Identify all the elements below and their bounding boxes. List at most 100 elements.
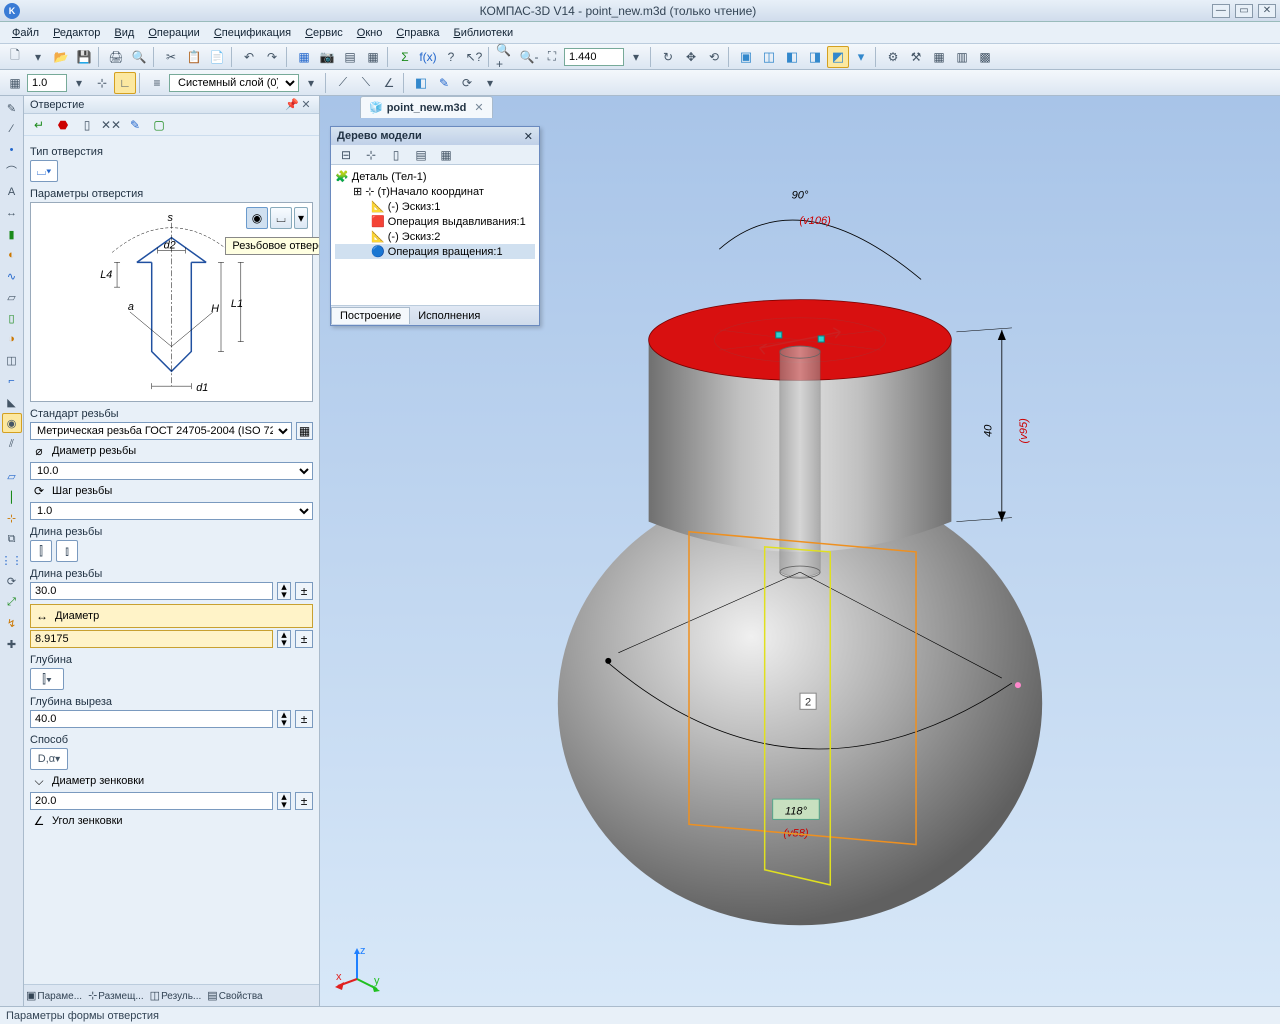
hole-type-button[interactable]: ⌴▾ bbox=[30, 160, 58, 182]
hidden-button[interactable]: ◫ bbox=[758, 46, 780, 68]
fx-button[interactable]: f(x) bbox=[417, 46, 439, 68]
step-dropdown[interactable]: ▾ bbox=[68, 72, 90, 94]
shell-icon[interactable]: ◫ bbox=[2, 350, 22, 370]
cut-depth-input[interactable]: 40.0 bbox=[30, 710, 273, 728]
simple-hole-button[interactable]: ⌴ bbox=[270, 207, 292, 229]
wireframe-button[interactable]: ▣ bbox=[735, 46, 757, 68]
cut-depth-plus[interactable]: ± bbox=[295, 710, 313, 728]
tab-placement[interactable]: ⊹Размещ... bbox=[88, 989, 144, 1002]
repair-icon[interactable]: ✚ bbox=[2, 634, 22, 654]
new-dropdown[interactable]: ▾ bbox=[27, 46, 49, 68]
convert-icon[interactable]: ↯ bbox=[2, 613, 22, 633]
perspective-button[interactable]: ▾ bbox=[850, 46, 872, 68]
undo-button[interactable]: ↶ bbox=[238, 46, 260, 68]
diameter-plus[interactable]: ± bbox=[295, 630, 313, 648]
threaded-hole-button[interactable]: ◉ bbox=[246, 207, 268, 229]
cut-depth-spinner[interactable]: ▴▾ bbox=[277, 710, 291, 728]
rebuild-dropdown[interactable]: ▾ bbox=[479, 72, 501, 94]
diameter-input[interactable]: 8.9175 bbox=[30, 630, 273, 648]
shaded-button[interactable]: ◧ bbox=[781, 46, 803, 68]
open-button[interactable]: 📂 bbox=[50, 46, 72, 68]
mirror-icon[interactable]: ⧉ bbox=[2, 529, 22, 549]
variables-button[interactable]: Σ bbox=[394, 46, 416, 68]
menu-window[interactable]: Окно bbox=[351, 25, 389, 41]
method-button[interactable]: D,α▾ bbox=[30, 748, 68, 770]
thread-len-spinner[interactable]: ▴▾ bbox=[277, 582, 291, 600]
dim-a-button[interactable]: ⟋ bbox=[332, 72, 354, 94]
layer-select[interactable]: Системный слой (0) bbox=[169, 74, 299, 92]
thread-len-mode-b[interactable]: ⫾ bbox=[56, 540, 78, 562]
dim-c-button[interactable]: ∠ bbox=[378, 72, 400, 94]
line-icon[interactable]: ∕ bbox=[2, 119, 22, 139]
scale-icon[interactable]: ⤢ bbox=[2, 592, 22, 612]
zoom-out-button[interactable]: 🔍- bbox=[518, 46, 540, 68]
zoom-dropdown[interactable]: ▾ bbox=[625, 46, 647, 68]
doc-close-icon[interactable]: ✕ bbox=[474, 101, 483, 114]
panel-close-icon[interactable]: ✕ bbox=[299, 98, 313, 111]
loft-icon[interactable]: ▱ bbox=[2, 287, 22, 307]
pattern-icon[interactable]: ⋮⋮ bbox=[2, 550, 22, 570]
layers-icon[interactable]: ≡ bbox=[146, 72, 168, 94]
axis-icon[interactable]: ⎮ bbox=[2, 487, 22, 507]
sketch-button[interactable]: ✎ bbox=[433, 72, 455, 94]
tool-d-button[interactable]: ▥ bbox=[951, 46, 973, 68]
menu-libraries[interactable]: Библиотеки bbox=[448, 25, 520, 41]
tool-a-button[interactable]: ⚙ bbox=[882, 46, 904, 68]
pointer-button[interactable]: ↖? bbox=[463, 46, 485, 68]
menu-service[interactable]: Сервис bbox=[299, 25, 349, 41]
help-button[interactable]: ? bbox=[440, 46, 462, 68]
shaded-edges-button[interactable]: ◨ bbox=[804, 46, 826, 68]
camera-button[interactable]: 📷 bbox=[316, 46, 338, 68]
point-icon[interactable]: • bbox=[2, 140, 22, 160]
sketch-icon[interactable]: ✎ bbox=[2, 98, 22, 118]
orbit-button[interactable]: ⟲ bbox=[703, 46, 725, 68]
zenk-dia-spinner[interactable]: ▴▾ bbox=[277, 792, 291, 810]
menu-view[interactable]: Вид bbox=[108, 25, 140, 41]
menu-operations[interactable]: Операции bbox=[142, 25, 205, 41]
cancel-stop-button[interactable]: ⬣ bbox=[52, 114, 74, 136]
ortho-button[interactable]: ∟ bbox=[114, 72, 136, 94]
save-button[interactable]: 💾 bbox=[73, 46, 95, 68]
preview-button[interactable]: 🔍 bbox=[128, 46, 150, 68]
pin-icon[interactable]: 📌 bbox=[285, 98, 299, 111]
thread-std-lib-button[interactable]: ▦ bbox=[296, 422, 313, 440]
close-button[interactable]: ✕ bbox=[1258, 4, 1276, 18]
extrude-icon[interactable]: ▮ bbox=[2, 224, 22, 244]
auto-button[interactable]: ✕✕ bbox=[100, 114, 122, 136]
chamfer-icon[interactable]: ◣ bbox=[2, 392, 22, 412]
tab-params[interactable]: ▣Параме... bbox=[26, 989, 82, 1002]
menu-editor[interactable]: Редактор bbox=[47, 25, 106, 41]
revolve-icon[interactable]: ◐ bbox=[2, 245, 22, 265]
rebuild-button[interactable]: ⟳ bbox=[456, 72, 478, 94]
render-mode-button[interactable]: ◩ bbox=[827, 46, 849, 68]
checklist-button[interactable]: ▤ bbox=[339, 46, 361, 68]
properties-button[interactable]: ▦ bbox=[293, 46, 315, 68]
thread-dia-select[interactable]: 10.0 bbox=[30, 462, 313, 480]
csys-icon[interactable]: ⊹ bbox=[2, 508, 22, 528]
document-tab[interactable]: 🧊 point_new.m3d ✕ bbox=[360, 96, 493, 118]
minimize-button[interactable]: — bbox=[1212, 4, 1230, 18]
tool-b-button[interactable]: ⚒ bbox=[905, 46, 927, 68]
arc-icon[interactable]: ⌒ bbox=[2, 161, 22, 181]
step-input[interactable] bbox=[27, 74, 67, 92]
thread-len-input[interactable]: 30.0 bbox=[30, 582, 273, 600]
new-button[interactable]: 🗋 bbox=[4, 46, 26, 68]
plane-icon[interactable]: ▱ bbox=[2, 466, 22, 486]
hole-mode-dropdown[interactable]: ▾ bbox=[294, 207, 308, 229]
rib-icon[interactable]: ⫽ bbox=[2, 434, 22, 454]
viewport[interactable]: 🧊 point_new.m3d ✕ Дерево модели ✕ ⊟ ⊹ ▯ … bbox=[320, 96, 1280, 1006]
interrupt-button[interactable]: ▯ bbox=[76, 114, 98, 136]
print-button[interactable]: 🖨 bbox=[105, 46, 127, 68]
tab-properties[interactable]: ▤Свойства bbox=[207, 989, 262, 1002]
ok-button[interactable]: ↵ bbox=[28, 114, 50, 136]
zenk-dia-input[interactable]: 20.0 bbox=[30, 792, 273, 810]
diameter-spinner[interactable]: ▴▾ bbox=[277, 630, 291, 648]
solid-button[interactable]: ◧ bbox=[410, 72, 432, 94]
dim-b-button[interactable]: ⟍ bbox=[355, 72, 377, 94]
text-icon[interactable]: A bbox=[2, 182, 22, 202]
help-props-button[interactable]: ▢ bbox=[148, 114, 170, 136]
pan-button[interactable]: ✥ bbox=[680, 46, 702, 68]
paste-button[interactable]: 📄 bbox=[206, 46, 228, 68]
sweep-icon[interactable]: ∿ bbox=[2, 266, 22, 286]
tool-e-button[interactable]: ▩ bbox=[974, 46, 996, 68]
